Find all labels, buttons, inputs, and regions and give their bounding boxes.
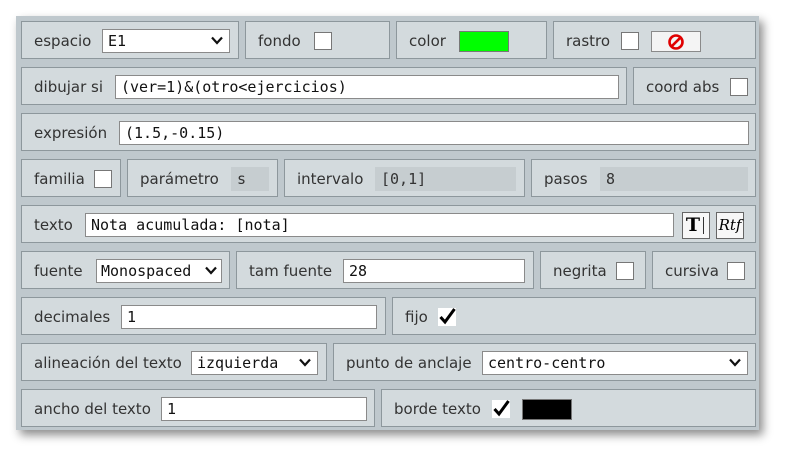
ancho-texto-input[interactable]: 1: [161, 397, 367, 421]
ancho-texto-cell: ancho del texto 1: [21, 389, 375, 427]
texto-label: texto: [34, 216, 73, 234]
punto-anclaje-label: punto de anclaje: [346, 354, 472, 372]
color-label: color: [409, 32, 446, 50]
texto-input[interactable]: Nota acumulada: [nota]: [85, 213, 674, 237]
familia-checkbox[interactable]: [94, 170, 112, 188]
fuente-cell: fuente Monospaced: [21, 251, 230, 289]
fondo-cell: fondo: [245, 21, 390, 59]
cursiva-cell: cursiva: [652, 251, 756, 289]
chevron-down-icon: [205, 260, 217, 282]
expresion-label: expresión: [34, 124, 108, 142]
prohibited-icon: [668, 34, 684, 50]
borde-texto-checkbox[interactable]: [491, 397, 511, 419]
espacio-select[interactable]: E1: [102, 29, 230, 53]
fuente-label: fuente: [34, 262, 83, 280]
negrita-label: negrita: [553, 262, 607, 280]
tam-fuente-label: tam fuente: [249, 262, 333, 280]
ancho-texto-label: ancho del texto: [34, 400, 151, 418]
fuente-select-value: Monospaced: [101, 262, 192, 280]
alineacion-select[interactable]: izquierda: [191, 351, 318, 375]
dibujar-si-input[interactable]: (ver=1)&(otro<ejercicios): [115, 75, 619, 99]
negrita-checkbox[interactable]: [616, 262, 634, 280]
alineacion-label: alineación del texto: [34, 354, 182, 372]
alineacion-select-value: izquierda: [197, 354, 279, 372]
texto-cell: texto Nota acumulada: [nota] T Rtf: [21, 205, 756, 243]
fijo-cell: fijo: [392, 297, 756, 335]
parametro-input[interactable]: s: [231, 167, 269, 191]
rastro-color-button[interactable]: [651, 31, 701, 52]
parametro-cell: parámetro s: [127, 159, 278, 197]
chevron-down-icon: [729, 352, 741, 374]
text-editor-button[interactable]: T: [682, 212, 710, 239]
rastro-label: rastro: [566, 32, 611, 50]
dibujar-si-label: dibujar si: [34, 78, 103, 96]
coord-abs-checkbox[interactable]: [730, 78, 748, 96]
pasos-cell: pasos 8: [531, 159, 756, 197]
rtf-editor-button[interactable]: Rtf: [716, 212, 744, 239]
decimales-label: decimales: [34, 308, 111, 326]
chevron-down-icon: [299, 352, 311, 374]
dibujar-si-cell: dibujar si (ver=1)&(otro<ejercicios): [21, 67, 627, 105]
coord-abs-label: coord abs: [646, 78, 720, 96]
parametro-label: parámetro: [140, 170, 219, 188]
rastro-cell: rastro: [553, 21, 756, 59]
familia-cell: familia: [21, 159, 121, 197]
borde-color-swatch[interactable]: [522, 399, 572, 420]
expresion-input[interactable]: (1.5,-0.15): [119, 121, 749, 145]
fuente-select[interactable]: Monospaced: [96, 259, 222, 283]
decimales-input[interactable]: 1: [121, 305, 377, 329]
properties-panel: espacio E1 fondo color rastro dibujar si…: [16, 16, 759, 430]
cursiva-label: cursiva: [665, 262, 719, 280]
tam-fuente-input[interactable]: 28: [343, 259, 525, 283]
intervalo-label: intervalo: [297, 170, 364, 188]
fondo-label: fondo: [258, 32, 301, 50]
expresion-cell: expresión (1.5,-0.15): [21, 113, 756, 151]
intervalo-cell: intervalo [0,1]: [284, 159, 525, 197]
pasos-label: pasos: [544, 170, 588, 188]
borde-texto-cell: borde texto: [381, 389, 756, 427]
intervalo-input[interactable]: [0,1]: [375, 167, 516, 191]
pasos-input[interactable]: 8: [600, 167, 748, 191]
familia-label: familia: [34, 170, 85, 188]
tam-fuente-cell: tam fuente 28: [236, 251, 534, 289]
fondo-checkbox[interactable]: [314, 32, 332, 50]
negrita-cell: negrita: [540, 251, 646, 289]
espacio-label: espacio: [34, 32, 92, 50]
text-editor-icon: T: [685, 214, 701, 236]
color-swatch[interactable]: [459, 31, 509, 52]
punto-anclaje-select[interactable]: centro-centro: [482, 351, 748, 375]
espacio-cell: espacio E1: [21, 21, 239, 59]
fijo-label: fijo: [405, 308, 428, 326]
fijo-checkbox[interactable]: [437, 305, 457, 327]
rastro-checkbox[interactable]: [621, 32, 639, 50]
alineacion-cell: alineación del texto izquierda: [21, 343, 327, 381]
color-cell: color: [396, 21, 547, 59]
borde-texto-label: borde texto: [394, 400, 481, 418]
punto-anclaje-select-value: centro-centro: [488, 354, 606, 372]
coord-abs-cell: coord abs: [633, 67, 756, 105]
decimales-cell: decimales 1: [21, 297, 386, 335]
punto-anclaje-cell: punto de anclaje centro-centro: [333, 343, 756, 381]
cursiva-checkbox[interactable]: [727, 262, 745, 280]
chevron-down-icon: [211, 30, 223, 52]
espacio-select-value: E1: [108, 32, 127, 50]
